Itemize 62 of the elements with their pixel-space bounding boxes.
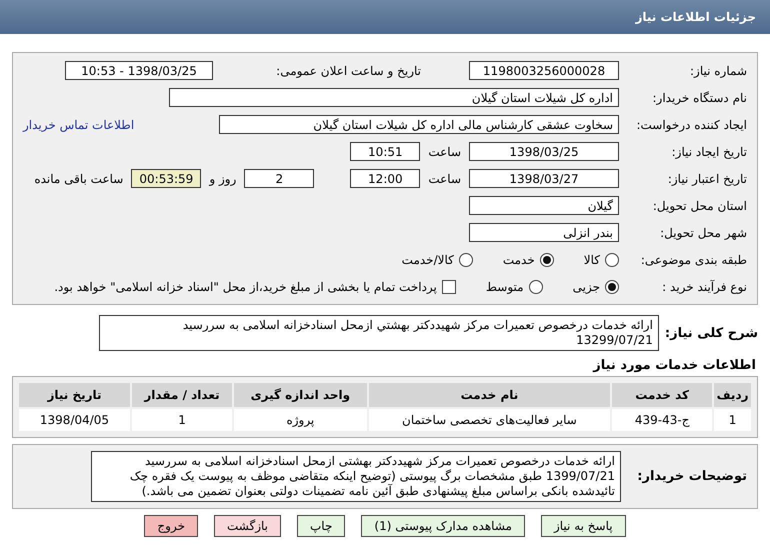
action-button[interactable]: خروج: [144, 515, 198, 537]
field-label: تاریخ و ساعت اعلان عمومی:: [275, 64, 421, 78]
action-button[interactable]: پاسخ به نیاز: [540, 515, 626, 537]
action-button[interactable]: بازگشت: [214, 515, 281, 537]
table-cell: 1: [714, 409, 751, 431]
date-field: 1398/03/27: [469, 169, 619, 188]
contact-link[interactable]: اطلاعات تماس خریدار: [23, 118, 134, 132]
table-cell: سایر فعالیت‌های تخصصی ساختمان: [368, 409, 610, 431]
time-field: 10:51: [350, 142, 420, 161]
time-label: ساعت: [428, 172, 461, 186]
field-label: نوع فرآیند خرید :: [661, 280, 747, 294]
date-field: 1398/03/25: [469, 142, 619, 161]
buyer-org-field: اداره کل شیلات استان گیلان: [169, 88, 619, 107]
checkbox-label: پرداخت تمام یا بخشی از مبلغ خرید،از محل "اسناد خزانه اسلامی" خواهد بود.: [54, 280, 437, 294]
radio-label: کالا/خدمت: [402, 252, 454, 266]
action-button[interactable]: چاپ: [297, 515, 346, 537]
radio-button[interactable]: [605, 252, 619, 266]
field-label: نام دستگاه خریدار:: [652, 90, 747, 104]
column-header: ردیف: [714, 383, 751, 407]
radio-label: کالا: [584, 252, 600, 266]
action-button[interactable]: مشاهده مدارک پیوستی (1): [361, 515, 525, 537]
radio-button[interactable]: [605, 280, 619, 294]
table-cell: پروژه: [234, 409, 367, 431]
field-label: شهر محل تحویل:: [659, 226, 747, 240]
table-cell: 1: [132, 409, 232, 431]
column-header: تاریخ نیاز: [19, 383, 130, 407]
notes-label: توضیحات خریدار:: [636, 469, 747, 484]
field-label: ایجاد کننده درخواست:: [635, 118, 747, 132]
province-field: گیلان: [469, 196, 619, 215]
column-header: تعداد / مقدار: [132, 383, 232, 407]
radio-button[interactable]: [458, 252, 473, 266]
radio-button[interactable]: [528, 280, 543, 294]
section-title: اطلاعات خدمات مورد نیاز: [592, 358, 756, 373]
field-label: تاریخ اعتبار نیاز:: [666, 172, 747, 186]
column-header: کد خدمت: [612, 383, 712, 407]
table-cell: ج-43-439: [612, 409, 712, 431]
remaining-label: ساعت باقی مانده: [34, 172, 124, 186]
column-header: نام خدمت: [368, 383, 610, 407]
announce-date-field: 1398/03/25 - 10:53: [65, 61, 213, 80]
time-field: 12:00: [350, 169, 420, 188]
days-label: روز و: [209, 172, 236, 186]
requester-field: سخاوت عشقی کارشناس مالی اداره کل شیلات استان گیلان: [219, 115, 619, 134]
days-field: 2: [244, 169, 314, 188]
remaining-time-field: 00:53:59: [131, 169, 202, 188]
field-label: استان محل تحویل:: [652, 198, 747, 212]
notes-text: ارائه خدمات درخصوص تعمیرات مرکز شهیددکتر بهشتی ازمحل اسنادخزانه اسلامی به سررسید 1399/07/21 طبق مشخصات برگ پیوستی (توضیح اینکه متقاضی موظف به پیوست یک فقره چک تائیدشده بانکی براساس مبلغ پیشنهادی طبق آئین نامه تضمینات دولتی بعنوان تضمین می باشد.): [91, 451, 621, 502]
page-header: جزئیات اطلاعات نیاز: [0, 0, 770, 34]
city-field: بندر انزلی: [469, 223, 619, 242]
need-number-field: 1198003256000028: [469, 61, 619, 80]
radio-label: متوسط: [486, 280, 524, 294]
time-label: ساعت: [428, 144, 461, 158]
summary-label: شرح کلی نیاز:: [664, 326, 758, 340]
checkbox[interactable]: [442, 280, 456, 294]
field-label: طبقه بندی موضوعی:: [640, 252, 747, 266]
radio-label: خدمت: [502, 252, 535, 266]
radio-button[interactable]: [540, 252, 554, 266]
table-cell: 1398/04/05: [19, 409, 130, 431]
summary-text: ارائه خدمات درخصوص تعمیرات مرکز شهیددکتر بهشتي ازمحل اسنادخزانه اسلامی به سررسید 13299/07/21: [98, 315, 659, 351]
radio-label: جزیی: [572, 280, 600, 294]
column-header: واحد اندازه گیری: [234, 383, 367, 407]
field-label: تاریخ ایجاد نیاز:: [670, 144, 747, 158]
field-label: شماره نیاز:: [689, 64, 747, 78]
